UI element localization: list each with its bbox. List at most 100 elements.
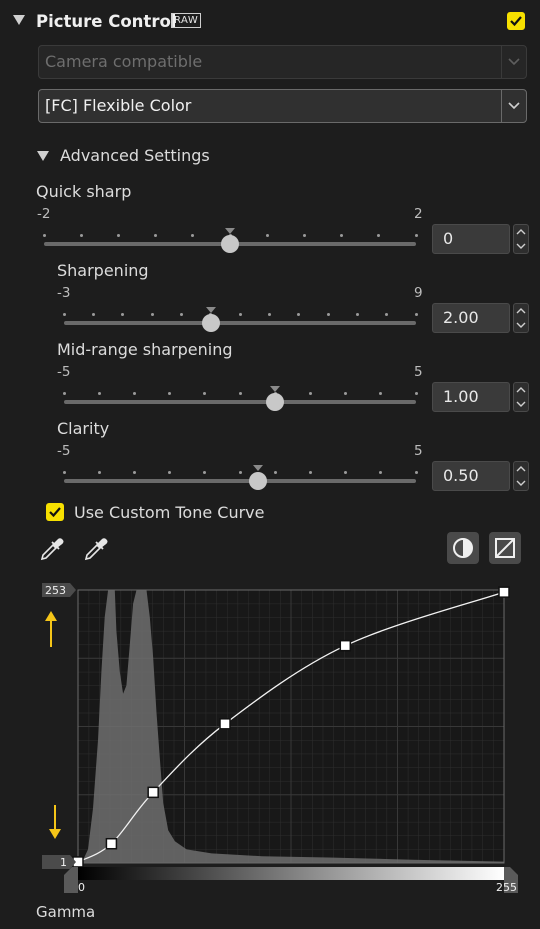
output-low-marker[interactable] [42,855,76,869]
slider-tick [377,234,381,237]
slider-knob[interactable] [221,235,239,253]
output-high-value: 253 [45,584,66,597]
slider-max-label: 5 [414,364,423,380]
value-spinner[interactable] [513,303,529,333]
slider-max-label: 5 [414,443,423,459]
advanced-settings-title[interactable]: Advanced Settings [60,146,210,165]
curve-control-point[interactable] [339,639,352,652]
slider-value-input[interactable]: 1.00 [432,382,510,412]
slider-tick [79,234,83,237]
collapse-triangle-icon[interactable] [13,15,25,25]
slider-tick [132,471,136,474]
camera-compatible-value: Camera compatible [45,52,203,71]
slider-min-label: -5 [57,443,71,459]
eyedropper-white-icon[interactable] [82,535,110,563]
input-gradient-bar [78,867,504,880]
curve-control-point[interactable] [105,837,118,850]
slider-tick [326,313,330,316]
slider-tick [62,471,66,474]
slider-knob[interactable] [248,472,267,490]
chevron-up-icon [516,466,526,472]
picture-control-value: [FC] Flexible Color [45,96,192,115]
slider-tick [344,471,348,474]
slider-tick [379,392,383,395]
slider-value-input[interactable]: 2.00 [432,303,510,333]
picture-control-select[interactable]: [FC] Flexible Color [38,89,527,123]
slider-value-input[interactable]: 0 [432,224,510,254]
slider-knob[interactable] [266,393,285,411]
slider-tick [414,313,418,316]
slider-tick [238,471,242,474]
slider-tick [238,313,242,316]
eyedropper-black-icon[interactable] [38,535,66,563]
curve-control-point[interactable] [498,586,510,598]
slider-label: Sharpening [57,261,149,280]
camera-compatible-select: Camera compatible [38,45,527,79]
slider-knob[interactable] [201,314,220,332]
slider-min-label: -3 [57,285,71,301]
slider-tick [168,392,172,395]
curve-control-point[interactable] [147,786,159,799]
slider-max-label: 9 [414,285,423,301]
gamma-label: Gamma [36,903,96,921]
chevron-up-icon [516,308,526,314]
slider-value-input[interactable]: 0.50 [432,461,510,491]
custom-tone-curve-checkbox[interactable] [46,503,64,521]
slider-min-label: -2 [37,206,51,222]
slider-tick [344,392,348,395]
raw-badge: RAW [171,13,202,28]
value-spinner[interactable] [513,461,529,491]
slider-tick [297,313,301,316]
slider-tick [203,471,207,474]
value-spinner[interactable] [513,382,529,412]
slider-tick [379,471,383,474]
input-high-value: 255 [496,881,517,894]
default-marker [205,307,216,313]
slider-track[interactable] [64,321,416,325]
advanced-collapse-icon[interactable] [37,151,49,161]
output-high-arrow-icon [45,611,57,647]
panel-title: Picture Control [36,12,177,31]
chevron-up-icon [516,229,526,235]
input-low-value: 0 [78,881,85,894]
slider-tick [265,234,269,237]
slider-tick [385,313,389,316]
value-spinner[interactable] [513,224,529,254]
slider-tick [168,471,172,474]
check-icon [49,507,61,518]
slider-tick [91,313,95,316]
linear-curve-icon[interactable] [489,532,521,564]
slider-tick [179,313,183,316]
slider-tick [267,313,271,316]
slider-tick [355,313,359,316]
slider-tick [97,471,101,474]
slider-tick [414,234,418,237]
check-icon [510,16,522,27]
slider-track[interactable] [64,400,416,404]
slider-tick [121,313,125,316]
chevron-up-icon [516,387,526,393]
default-marker [225,228,235,234]
slider-tick [308,471,312,474]
slider-tick [132,392,136,395]
slider-tick [273,471,277,474]
slider-tick [154,234,158,237]
slider-tick [340,234,344,237]
slider-label: Quick sharp [36,182,132,201]
picture-control-enable-checkbox[interactable] [507,12,525,30]
contrast-icon[interactable] [447,532,479,564]
input-black-slider[interactable] [64,867,78,893]
tone-curve-graph[interactable]: 253 1 0 255 [0,575,540,905]
slider-tick [414,392,418,395]
slider-tick [302,234,306,237]
slider-tick [62,392,66,395]
slider-track[interactable] [64,479,416,483]
curve-control-point[interactable] [219,718,231,730]
slider-label: Mid-range sharpening [57,340,233,359]
slider-tick [62,313,66,316]
slider-tick [116,234,120,237]
slider-tick [238,392,242,395]
slider-tick [150,313,154,316]
slider-tick [191,234,195,237]
custom-tone-curve-label: Use Custom Tone Curve [74,503,265,522]
